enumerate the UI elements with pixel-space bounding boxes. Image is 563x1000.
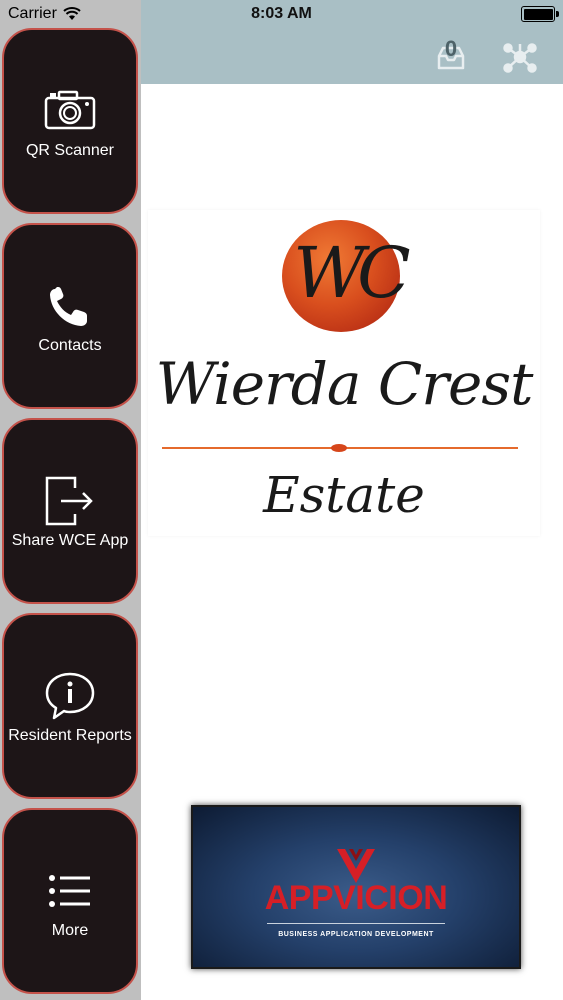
menu-item-label: Share WCE App [11,532,129,549]
share-network-button[interactable] [500,40,540,74]
menu-item-label: More [51,922,89,939]
menu-item-contacts[interactable]: Contacts [2,223,138,409]
app-screen: 0 WC Wierda Crest Estate APPVICION BUSIN… [0,0,563,1000]
estate-logo: WC Wierda Crest Estate [148,210,540,536]
menu-item-share-wce-app[interactable]: Share WCE App [2,418,138,604]
phone-icon [50,287,87,326]
share-exit-icon [45,476,93,526]
appvicion-banner[interactable]: APPVICION BUSINESS APPLICATION DEVELOPME… [191,805,521,969]
logo-monogram: WC [293,232,411,314]
menu-item-more[interactable]: More [2,808,138,994]
inbox-count-badge: 0 [444,36,458,61]
battery-icon [521,6,559,22]
logo-estate-subtitle: Estate [263,466,425,524]
menu-item-label: Contacts [38,337,102,354]
logo-divider-dot [331,444,347,452]
list-icon [49,875,90,907]
status-time: 8:03 AM [251,5,312,22]
banner-title: APPVICION [264,879,448,917]
menu-item-label: QR Scanner [25,142,115,159]
inbox-button[interactable]: 0 [433,36,469,74]
side-menu: QR Scanner Contacts Share WCE App Reside… [0,0,141,1000]
banner-divider [267,923,445,924]
menu-item-label: Resident Reports [8,727,132,744]
info-bubble-icon [45,672,95,720]
menu-item-qr-scanner[interactable]: QR Scanner [2,28,138,214]
camera-icon [44,90,96,130]
menu-item-resident-reports[interactable]: Resident Reports [2,613,138,799]
share-network-icon [503,43,537,73]
logo-estate-name: Wierda Crest [155,350,534,418]
banner-subtitle: BUSINESS APPLICATION DEVELOPMENT [278,931,434,938]
status-bar: Carrier 8:03 AM [0,0,563,30]
